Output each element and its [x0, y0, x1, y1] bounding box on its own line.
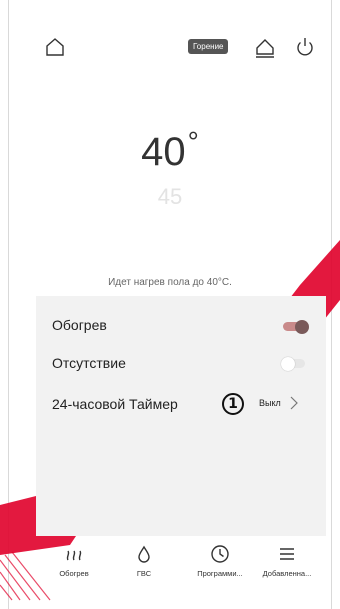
boiler-icon[interactable] [254, 36, 276, 60]
heat-waves-icon [66, 550, 82, 561]
toggle-knob [295, 319, 309, 334]
nav-programs[interactable]: Программи... [185, 544, 255, 578]
toggle-knob [281, 356, 295, 371]
power-icon[interactable] [294, 36, 316, 58]
nav-hot-water-label: ГВС [136, 569, 152, 578]
current-temperature: 40° [0, 126, 340, 175]
heating-toggle[interactable] [283, 319, 309, 334]
bottom-nav: Обогрев ГВС Программи... Добавленна... [0, 544, 340, 594]
home-icon[interactable] [44, 36, 66, 58]
nav-programs-label: Программи... [197, 569, 243, 578]
timer-label[interactable]: 24-часовой Таймер [52, 396, 178, 412]
chevron-right-icon[interactable] [289, 395, 299, 411]
heating-label: Обогрев [52, 317, 107, 333]
current-temperature-value: 40 [141, 130, 186, 174]
nav-heating-label: Обогрев [59, 569, 89, 578]
away-toggle[interactable] [281, 356, 305, 371]
degree-symbol: ° [187, 126, 199, 157]
nav-added-label: Добавленна... [262, 569, 312, 578]
nav-added[interactable]: Добавленна... [252, 544, 322, 578]
nav-heating[interactable]: Обогрев [39, 544, 109, 578]
clock-icon [211, 545, 229, 563]
away-label: Отсутствие [52, 355, 126, 371]
nav-hot-water[interactable]: ГВС [109, 544, 179, 578]
timer-value[interactable]: Выкл [259, 398, 281, 408]
water-drop-icon [138, 545, 150, 563]
target-temperature[interactable]: 45 [0, 184, 340, 210]
status-text: Идет нагрев пола до 40°C. [108, 277, 232, 288]
menu-icon [280, 548, 294, 560]
callout-marker: 1 [222, 393, 244, 415]
status-badge: Горение [188, 39, 229, 54]
